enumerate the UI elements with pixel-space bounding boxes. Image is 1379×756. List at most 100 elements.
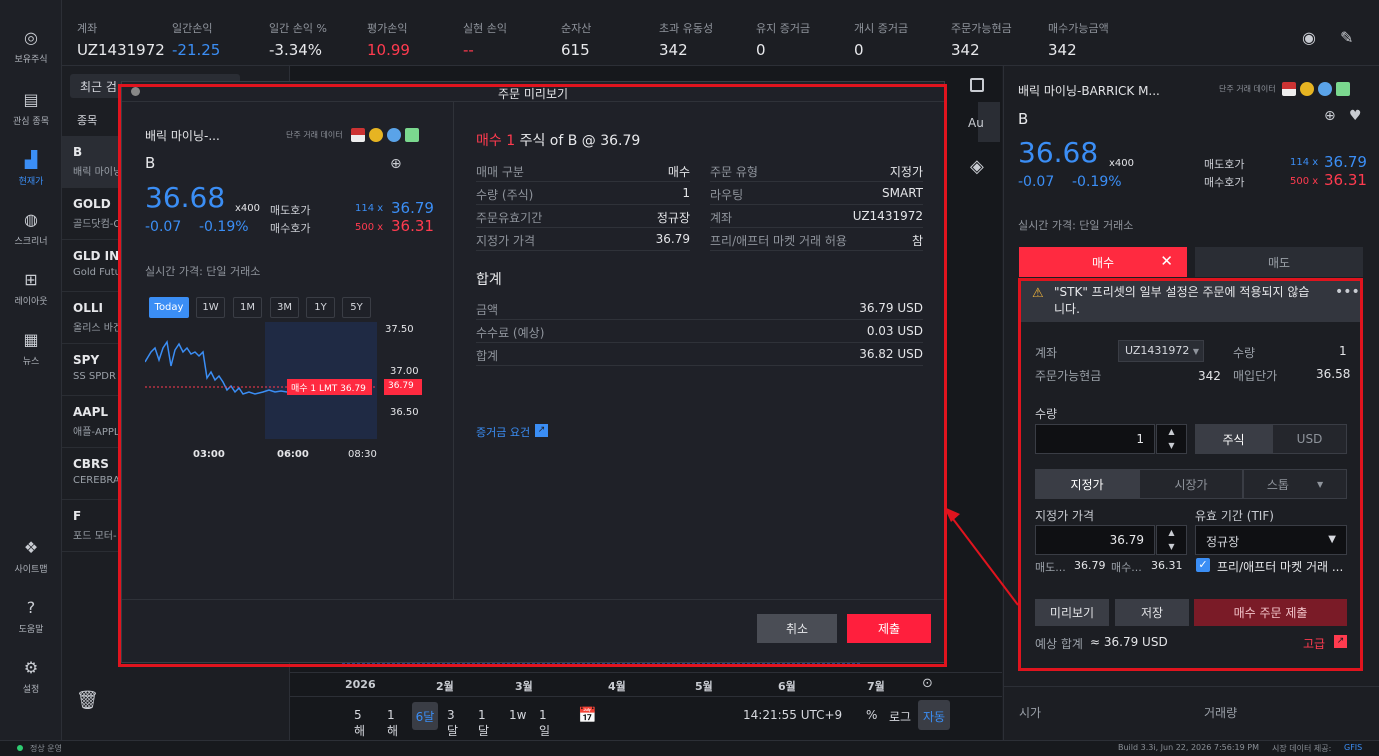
calendar-icon[interactable]: 📅	[578, 706, 597, 724]
stat-account: 계좌 UZ1431972	[77, 20, 165, 59]
trash-icon[interactable]: 🗑	[76, 690, 99, 711]
ask-size-value: 114	[1290, 157, 1310, 168]
add-icon[interactable]: ⊕	[1324, 108, 1336, 124]
pct-toggle[interactable]: %	[866, 708, 877, 722]
stat-label: 유지 증거금	[756, 22, 811, 35]
nav-screener[interactable]: ◍ 스크리너	[0, 208, 62, 248]
us-flag-icon	[1281, 82, 1296, 96]
stat-buying-power: 매수가능금액 342	[1048, 20, 1109, 59]
nav-label: 레이아웃	[14, 297, 48, 307]
nav-settings[interactable]: ⚙ 설정	[0, 656, 62, 696]
highlight-order-form	[1018, 278, 1363, 671]
edit-icon[interactable]: ✎	[1340, 28, 1353, 47]
provider-label: 시장 데이터 제공:	[1272, 744, 1332, 753]
month-label: 7월	[867, 680, 885, 693]
buy-tab-label: 매수	[1091, 255, 1115, 270]
stat-value: 0	[756, 41, 766, 59]
moon-icon	[1299, 82, 1314, 96]
month-label: 6월	[778, 680, 796, 693]
nav-label: 현재가	[18, 177, 44, 187]
nav-layout[interactable]: ⊞ 레이아웃	[0, 268, 62, 308]
sell-tab[interactable]: 매도	[1195, 247, 1363, 277]
stat-value: 615	[561, 41, 590, 59]
period-1d[interactable]: 1일	[539, 708, 550, 739]
stat-value: 342	[1048, 41, 1077, 59]
realtime-note: 실시간 가격: 단일 거래소	[1018, 219, 1134, 232]
auto-toggle[interactable]: 자동	[918, 700, 950, 730]
nav-label: 보유주식	[14, 55, 48, 65]
month-label: 4월	[608, 680, 626, 693]
data-label: 단주 거래 데이터	[1219, 84, 1276, 94]
stat-realized: 실현 손익 --	[463, 20, 507, 59]
stat-daily-pnl: 일간손익 -21.25	[172, 20, 220, 59]
period-1w[interactable]: 1w	[509, 708, 526, 722]
layers-icon[interactable]: ◈	[970, 156, 984, 177]
symbol: B	[1018, 110, 1029, 128]
bid-size: 500 x	[1290, 176, 1319, 187]
help-icon: ?	[26, 597, 36, 617]
gear-icon: ⚙	[23, 657, 39, 677]
stat-label: 순자산	[561, 22, 592, 35]
stat-label: 일간손익	[172, 22, 213, 35]
last-price: 36.68	[1018, 136, 1099, 169]
status-text: 정상 운영	[30, 744, 62, 753]
price-change: -0.07	[1018, 174, 1055, 190]
ask-price: 36.79	[1324, 153, 1367, 171]
layout-icon: ⊞	[24, 269, 38, 289]
nav-news[interactable]: ▦ 뉴스	[0, 328, 62, 368]
price-change-pct: -0.19%	[1072, 174, 1122, 190]
nav-watchlist[interactable]: ▤ 관심 종목	[0, 88, 62, 128]
stat-label: 실현 손익	[463, 22, 507, 35]
globe-icon: ◍	[24, 209, 38, 229]
stat-init-margin: 개시 증거금 0	[854, 20, 908, 59]
provider-link[interactable]: GFIS	[1344, 743, 1362, 752]
arrow-line	[949, 514, 1019, 606]
ask-size: 114 x	[1290, 157, 1319, 168]
portfolio-icon: ◎	[24, 27, 38, 47]
stat-avail-cash: 주문가능현금 342	[951, 20, 1012, 59]
stat-excess-liq: 초과 유동성 342	[659, 20, 713, 59]
period-1m[interactable]: 1달	[478, 708, 489, 739]
log-toggle[interactable]: 로그	[889, 708, 911, 725]
period-5y[interactable]: 5해	[354, 708, 365, 739]
panel-toggle-icon[interactable]	[970, 78, 984, 92]
chart-clock: 14:21:55 UTC+9	[743, 708, 843, 722]
annotation-arrow	[944, 507, 1019, 606]
left-nav: ◎ 보유주식 ▤ 관심 종목 ▟ 현재가 ◍ 스크리너 ⊞ 레이아웃 ▦ 뉴스 ❖ 사이트맵 …	[0, 0, 62, 740]
clock-icon	[1317, 82, 1332, 96]
buy-tab[interactable]: 매수 ✕	[1019, 247, 1187, 277]
settings-circle-icon[interactable]: ⊙	[922, 676, 933, 691]
stat-maint-margin: 유지 증거금 0	[756, 20, 810, 59]
stat-net-liq: 순자산 615	[561, 20, 591, 59]
stat-value: --	[463, 41, 474, 59]
bid-price: 36.31	[1324, 171, 1367, 189]
stat-label: 매수가능금액	[1048, 22, 1109, 35]
column-header-symbol: 종목	[77, 114, 98, 127]
status-dot-icon	[17, 745, 23, 751]
nav-help[interactable]: ? 도움말	[0, 596, 62, 636]
sitemap-icon: ❖	[23, 537, 39, 557]
bid-label: 매수호가	[1204, 176, 1245, 189]
bid-size-value: 500	[1290, 176, 1310, 187]
stat-unrealized: 평가손익 10.99	[367, 20, 410, 59]
account-summary-bar: 계좌 UZ1431972 일간손익 -21.25 일간 손익 % -3.34% 평가손…	[62, 0, 1379, 66]
stat-label: 초과 유동성	[659, 22, 714, 35]
stat-label: 평가손익	[367, 22, 408, 35]
close-icon[interactable]: ✕	[1160, 252, 1173, 270]
period-6m[interactable]: 6달	[412, 702, 438, 730]
heart-icon[interactable]: ♥	[1349, 108, 1362, 124]
chart-icon	[1335, 82, 1350, 96]
eye-icon[interactable]: ◉	[1302, 28, 1316, 47]
period-1y[interactable]: 1해	[387, 708, 398, 739]
stat-value: 0	[854, 41, 864, 59]
nav-label: 관심 종목	[13, 117, 49, 127]
month-label: 3월	[515, 680, 533, 693]
nav-quote[interactable]: ▟ 현재가	[0, 148, 62, 188]
stat-value: UZ1431972	[77, 41, 165, 59]
nav-portfolio[interactable]: ◎ 보유주식	[0, 26, 62, 66]
stat-label: 주문가능현금	[951, 22, 1012, 35]
stat-value: 10.99	[367, 41, 410, 59]
period-3m[interactable]: 3달	[447, 708, 458, 739]
nav-label: 도움말	[18, 625, 44, 635]
nav-sitemap[interactable]: ❖ 사이트맵	[0, 536, 62, 576]
